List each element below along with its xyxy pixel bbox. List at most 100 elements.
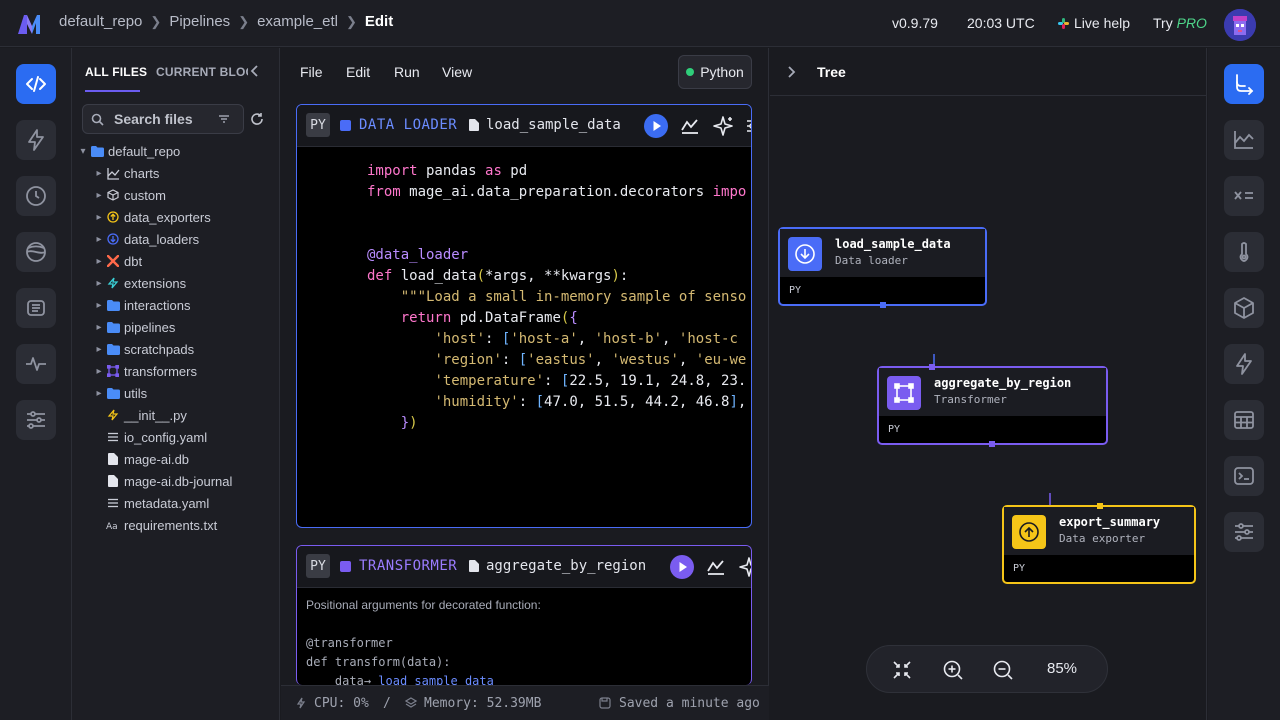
menu-edit[interactable]: Edit [346, 64, 370, 80]
tree-file[interactable]: mage-ai.db [92, 448, 189, 470]
breadcrumb-project[interactable]: default_repo [59, 13, 142, 30]
pipeline-settings-button[interactable] [1224, 512, 1264, 552]
terminal-button[interactable] [1224, 456, 1264, 496]
tree-file[interactable]: mage-ai.db-journal [92, 470, 232, 492]
try-pro-link[interactable]: Try PRO [1153, 15, 1207, 31]
dbt-icon [106, 254, 120, 268]
charts-button[interactable] [1224, 120, 1264, 160]
backfills-button[interactable] [16, 232, 56, 272]
logs-button[interactable] [16, 288, 56, 328]
code-line: 'humidity': [47.0, 51.5, 44.2, 46.8], [434, 394, 747, 410]
code-content[interactable]: import pandas as pd from mage_ai.data_pr… [367, 161, 746, 434]
fit-view-button[interactable] [888, 656, 916, 684]
tree-folder[interactable]: ▸ extensions [92, 272, 186, 294]
language-selector[interactable]: Python [678, 55, 752, 89]
menu-run[interactable]: Run [394, 64, 420, 80]
chevron-right-icon[interactable]: ▸ [92, 212, 106, 223]
tree-folder[interactable]: ▸ pipelines [92, 316, 175, 338]
tree-folder[interactable]: ▸ data_exporters [92, 206, 210, 228]
tree-folder[interactable]: ▸ custom [92, 184, 165, 206]
chevron-right-icon[interactable]: ▸ [92, 278, 106, 289]
tree-file[interactable]: io_config.yaml [92, 426, 207, 448]
tree-folder[interactable]: ▸ interactions [92, 294, 190, 316]
zoom-out-button[interactable] [989, 656, 1017, 684]
chevron-right-icon[interactable] [788, 66, 796, 78]
sparkle-icon[interactable] [738, 556, 751, 578]
chevron-right-icon[interactable]: ▸ [92, 388, 106, 399]
chart-icon[interactable] [680, 116, 700, 136]
search-input[interactable] [114, 111, 214, 127]
addons-button[interactable] [1224, 288, 1264, 328]
triggers-button[interactable] [16, 120, 56, 160]
hint-label: Positional arguments for decorated funct… [306, 598, 541, 612]
folder-icon [106, 386, 120, 400]
run-button[interactable] [670, 555, 694, 579]
tree-root[interactable]: ▾ default_repo [76, 140, 180, 162]
tab-current-block[interactable]: CURRENT BLOCK [156, 65, 248, 79]
code-line: @data_loader [367, 247, 469, 263]
menu-file[interactable]: File [300, 64, 323, 80]
variables-button[interactable] [1224, 176, 1264, 216]
tree-folder[interactable]: ▸ charts [92, 162, 159, 184]
refresh-icon[interactable] [250, 112, 264, 126]
tree-folder[interactable]: ▸ transformers [92, 360, 196, 382]
table-button[interactable] [1224, 400, 1264, 440]
tree-folder[interactable]: ▸ dbt [92, 250, 142, 272]
breadcrumb-current: Edit [364, 13, 394, 30]
monitor-button[interactable] [16, 344, 56, 384]
tab-all-files[interactable]: ALL FILES [85, 65, 147, 79]
tree-file[interactable]: Aa requirements.txt [92, 514, 217, 536]
folder-icon [106, 320, 120, 334]
tree-node-loader[interactable]: load_sample_data Data loader PY [778, 227, 987, 308]
live-help-link[interactable]: Live help [1058, 15, 1130, 31]
tree-file[interactable]: __init__.py [92, 404, 187, 426]
filter-icon[interactable] [218, 114, 230, 124]
tree-folder[interactable]: ▸ data_loaders [92, 228, 199, 250]
chevron-right-icon[interactable]: ▸ [92, 256, 106, 267]
input-port[interactable] [929, 364, 935, 370]
block-name[interactable]: aggregate_by_region [469, 558, 646, 574]
output-port[interactable] [880, 302, 886, 308]
status-dot-icon [686, 68, 695, 76]
menu-view[interactable]: View [442, 64, 472, 80]
tree-folder[interactable]: ▸ scratchpads [92, 338, 194, 360]
code-line: @transformer [306, 636, 393, 650]
chevron-right-icon[interactable]: ▸ [92, 300, 106, 311]
tree-file[interactable]: metadata.yaml [92, 492, 209, 514]
chart-icon[interactable] [706, 557, 726, 577]
lightning-icon [1232, 352, 1256, 376]
settings-button[interactable] [16, 400, 56, 440]
pulse-icon [24, 352, 48, 376]
chevron-left-icon[interactable] [250, 65, 260, 77]
chevron-right-icon[interactable]: ▸ [92, 190, 106, 201]
triggers-side-button[interactable] [1224, 344, 1264, 384]
breadcrumb-pipeline[interactable]: example_etl [257, 13, 338, 30]
chevron-right-icon[interactable]: ▸ [92, 322, 106, 333]
settings-sliders-icon[interactable] [746, 117, 751, 135]
chevron-right-icon[interactable]: ▸ [92, 344, 106, 355]
breadcrumb-pipelines[interactable]: Pipelines [169, 13, 230, 30]
block-name[interactable]: load_sample_data [469, 117, 621, 133]
data-loader-block[interactable]: PY DATA LOADER load_sample_data import p… [296, 104, 752, 528]
output-port[interactable] [989, 441, 995, 447]
tree-node-transformer[interactable]: aggregate_by_region Transformer PY [877, 364, 1108, 447]
runs-button[interactable] [16, 176, 56, 216]
chevron-right-icon[interactable]: ▸ [92, 366, 106, 377]
transformer-block[interactable]: PY TRANSFORMER aggregate_by_region Posit… [296, 545, 752, 685]
tree-root-label: default_repo [108, 143, 181, 159]
input-port[interactable] [1097, 503, 1103, 509]
chevron-right-icon[interactable]: ▸ [92, 168, 106, 179]
block-actions [670, 555, 751, 579]
avatar[interactable] [1224, 9, 1256, 41]
upstream-link[interactable]: load_sample_data [378, 674, 494, 685]
zoom-in-button[interactable] [939, 656, 967, 684]
tree-folder[interactable]: ▸ utils [92, 382, 147, 404]
chevron-right-icon[interactable]: ▸ [92, 234, 106, 245]
secrets-button[interactable] [1224, 232, 1264, 272]
tree-node-exporter[interactable]: export_summary Data exporter PY [1002, 503, 1196, 584]
code-editor-button[interactable] [16, 64, 56, 104]
run-button[interactable] [644, 114, 668, 138]
sparkle-icon[interactable] [712, 115, 734, 137]
tree-view-button[interactable] [1224, 64, 1264, 104]
mage-logo[interactable] [16, 12, 44, 36]
